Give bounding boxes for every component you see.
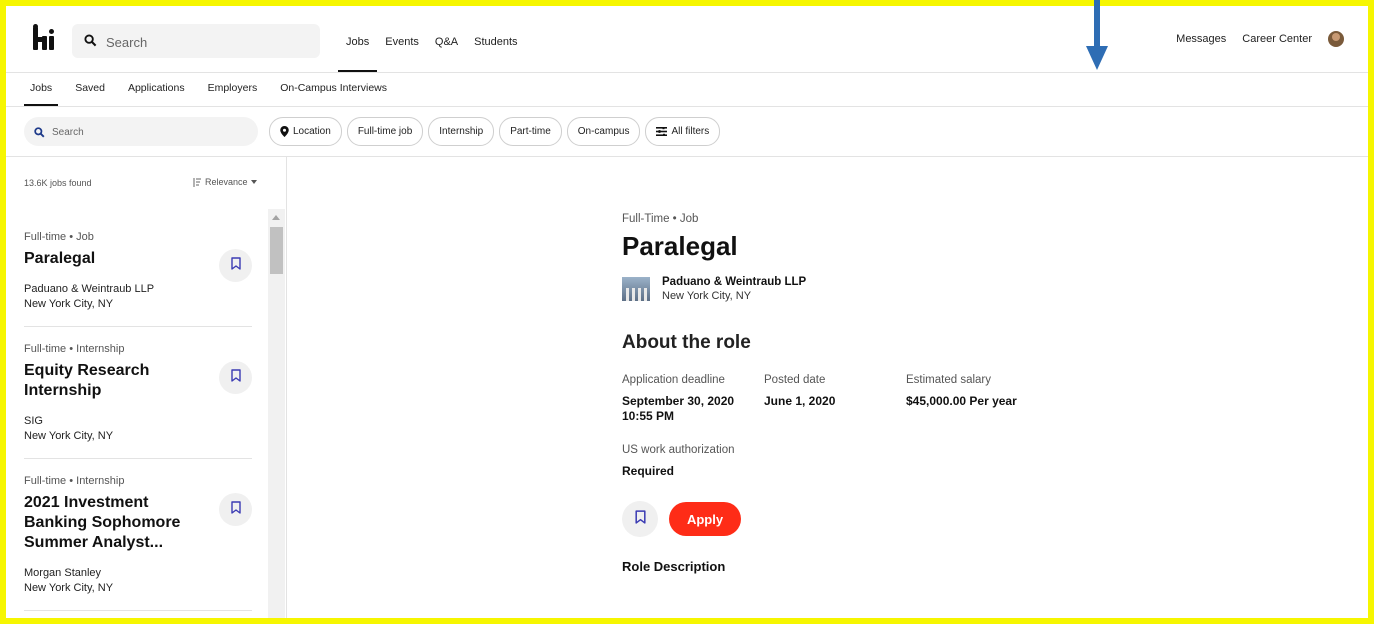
scroll-up-arrow-icon[interactable]	[272, 215, 280, 220]
sliders-icon	[656, 127, 668, 136]
application-deadline-label: Application deadline	[622, 374, 725, 386]
job-card[interactable]: Full-time • Job Paralegal Paduano & Wein…	[24, 231, 252, 327]
work-authorization: US work authorization Required	[622, 444, 1142, 479]
job-detail-title: Paralegal	[622, 231, 738, 261]
filter-all-filters[interactable]: All filters	[645, 117, 721, 146]
job-card[interactable]: Full-time • Internship 2021 Investment B…	[24, 475, 252, 611]
sort-icon	[192, 177, 201, 187]
job-cards: Full-time • Job Paralegal Paduano & Wein…	[24, 225, 252, 618]
application-deadline-value: September 30, 2020 10:55 PM	[622, 394, 735, 423]
work-authorization-value: Required	[622, 464, 675, 478]
app-frame: Jobs Events Q&A Students Messages Career…	[0, 0, 1374, 624]
subnav-on-campus-interviews[interactable]: On-Campus Interviews	[274, 72, 393, 106]
nav-events[interactable]: Events	[377, 6, 427, 72]
work-authorization-label: US work authorization	[622, 444, 735, 456]
job-list-panel: 13.6K jobs found Relevance Full-time • J…	[6, 157, 287, 618]
filter-part-time[interactable]: Part-time	[499, 117, 562, 146]
job-card[interactable]: Full-time • Internship Equity Research I…	[24, 343, 252, 459]
handshake-logo[interactable]	[30, 24, 56, 54]
job-search-input[interactable]	[50, 117, 254, 148]
subnav-employers[interactable]: Employers	[202, 72, 264, 106]
role-description-heading: Role Description	[622, 559, 726, 574]
job-card-location: New York City, NY	[24, 582, 114, 594]
job-card-title[interactable]: 2021 Investment Banking Sophomore Summer…	[24, 493, 199, 553]
filter-all-filters-label: All filters	[671, 126, 710, 137]
filter-internship[interactable]: Internship	[428, 117, 495, 146]
job-card-company: SIG	[24, 415, 43, 427]
job-actions: Apply	[622, 501, 1142, 537]
posted-date-label: Posted date	[764, 374, 826, 386]
scrollbar-thumb[interactable]	[270, 227, 283, 274]
sort-label: Relevance	[205, 177, 248, 187]
bookmark-icon	[230, 500, 241, 519]
subnav-saved[interactable]: Saved	[69, 72, 111, 106]
apply-button[interactable]: Apply	[669, 502, 741, 536]
search-icon	[84, 34, 97, 52]
posted-date: Posted date June 1, 2020	[764, 374, 906, 424]
about-the-role-heading: About the role	[622, 332, 751, 353]
messages-link[interactable]: Messages	[1176, 33, 1226, 45]
application-deadline: Application deadline September 30, 2020 …	[622, 374, 764, 424]
job-search-box[interactable]	[24, 117, 258, 148]
job-list-scrollbar[interactable]	[268, 209, 285, 618]
caret-down-icon	[250, 180, 257, 184]
job-list-header: 13.6K jobs found Relevance	[6, 157, 286, 207]
job-card-type: Full-time • Job	[24, 231, 94, 243]
posted-date-value: June 1, 2020	[764, 394, 836, 408]
company-name[interactable]: Paduano & Weintraub LLP	[662, 276, 806, 288]
company-logo[interactable]	[622, 277, 650, 301]
jobs-count: 13.6K jobs found	[24, 178, 92, 188]
filter-full-time-job[interactable]: Full-time job	[346, 117, 424, 146]
map-pin-icon	[280, 126, 289, 137]
filter-bar: Location Full-time job Internship Part-t…	[6, 107, 1368, 157]
save-job-button[interactable]	[219, 249, 252, 282]
job-card-type: Full-time • Internship	[24, 475, 125, 487]
job-detail-type: Full-Time • Job	[622, 213, 699, 225]
filter-on-campus[interactable]: On-campus	[566, 117, 641, 146]
subnav-jobs[interactable]: Jobs	[24, 72, 59, 106]
jobs-subnav: Jobs Saved Applications Employers On-Cam…	[6, 72, 1368, 107]
top-right-links: Messages Career Center	[1160, 6, 1344, 72]
job-detail-company[interactable]: Paduano & Weintraub LLP New York City, N…	[622, 276, 1142, 302]
estimated-salary: Estimated salary $45,000.00 Per year	[906, 374, 1106, 424]
search-icon	[34, 125, 45, 143]
annotation-arrow-icon	[1086, 0, 1108, 70]
job-card-title[interactable]: Paralegal	[24, 249, 199, 269]
user-avatar[interactable]	[1328, 31, 1344, 47]
filter-chips: Location Full-time job Internship Part-t…	[269, 117, 725, 146]
nav-qa[interactable]: Q&A	[427, 6, 466, 72]
job-card-title[interactable]: Equity Research Internship	[24, 361, 199, 401]
save-job-button[interactable]	[219, 493, 252, 526]
estimated-salary-value: $45,000.00 Per year	[906, 394, 1017, 408]
job-card-type: Full-time • Internship	[24, 343, 125, 355]
top-navigation-bar: Jobs Events Q&A Students Messages Career…	[6, 6, 1368, 73]
estimated-salary-label: Estimated salary	[906, 374, 992, 386]
career-center-link[interactable]: Career Center	[1242, 33, 1312, 45]
primary-nav: Jobs Events Q&A Students	[338, 6, 526, 72]
job-card-company: Morgan Stanley	[24, 567, 102, 579]
filter-location[interactable]: Location	[269, 117, 342, 146]
job-detail-panel: Full-Time • Job Paralegal Paduano & Wein…	[622, 213, 1142, 574]
job-card-location: New York City, NY	[24, 430, 114, 442]
global-search-input[interactable]	[104, 24, 308, 60]
global-search-box[interactable]	[72, 24, 320, 60]
bookmark-icon	[230, 256, 241, 275]
role-facts: Application deadline September 30, 2020 …	[622, 374, 1142, 424]
save-job-button[interactable]	[219, 361, 252, 394]
nav-students[interactable]: Students	[466, 6, 525, 72]
filter-location-label: Location	[293, 126, 331, 137]
subnav-applications[interactable]: Applications	[122, 72, 191, 106]
save-job-button[interactable]	[622, 501, 658, 537]
bookmark-icon	[634, 509, 646, 529]
nav-jobs[interactable]: Jobs	[338, 6, 378, 72]
sort-dropdown[interactable]: Relevance	[192, 177, 257, 187]
company-location: New York City, NY	[662, 290, 752, 302]
job-card-company: Paduano & Weintraub LLP	[24, 283, 155, 295]
bookmark-icon	[230, 368, 241, 387]
job-card-location: New York City, NY	[24, 298, 114, 310]
